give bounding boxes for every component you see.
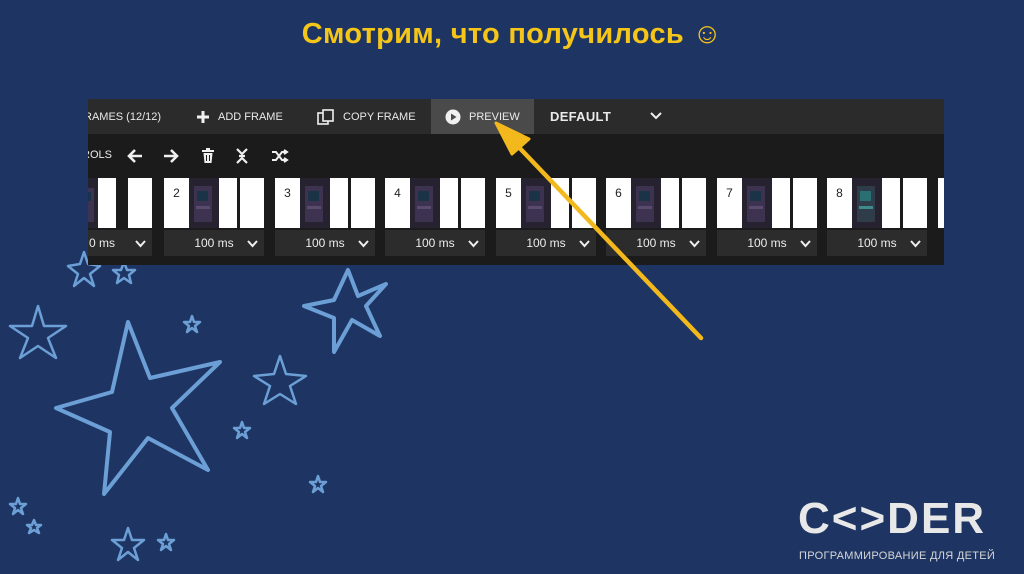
chevron-down-icon: [135, 237, 146, 251]
slide-title: Смотрим, что получилось ☺: [301, 18, 723, 50]
frame-duration-select[interactable]: 0 ms: [88, 230, 152, 256]
plus-icon: [196, 110, 210, 124]
play-circle-icon: [445, 109, 461, 125]
copy-frame-label: COPY FRAME: [343, 110, 416, 123]
copy-frame-button[interactable]: COPY FRAME: [317, 99, 416, 134]
chevron-down-icon: [650, 111, 662, 123]
chevron-down-icon: [800, 237, 811, 251]
trash-icon[interactable]: [198, 146, 218, 166]
arrow-left-icon[interactable]: [125, 146, 145, 166]
frame-duration-select[interactable]: 100 ms: [496, 230, 596, 256]
frame-number: 6: [606, 178, 631, 228]
star-tiny: [232, 420, 252, 440]
star-large: [54, 320, 222, 496]
star-small: [8, 304, 68, 360]
frames-toolbar: RAMES (12/12) ADD FRAME COPY FRAME PREVI…: [88, 99, 944, 134]
frames-count-label: RAMES (12/12): [88, 110, 162, 123]
star-tiny: [8, 496, 28, 516]
frame-thumbnail: [88, 178, 98, 228]
frame-card[interactable]: 0 ms: [88, 178, 152, 258]
animation-select-value: DEFAULT: [550, 109, 612, 124]
frame-duration-value: 100 ms: [305, 236, 345, 250]
decorative-stars: [8, 250, 388, 562]
chevron-down-icon: [910, 237, 921, 251]
frame-card[interactable]: 3 100 ms: [275, 178, 375, 258]
frame-thumbnail: [521, 178, 551, 228]
preview-label: PREVIEW: [469, 110, 520, 123]
frame-duration-select[interactable]: 100 ms: [164, 230, 264, 256]
frame-thumbnail: [852, 178, 882, 228]
collapse-icon[interactable]: [232, 146, 252, 166]
frame-duration-select[interactable]: 100 ms: [385, 230, 485, 256]
frame-card[interactable]: 2 100 ms: [164, 178, 264, 258]
add-frame-button[interactable]: ADD FRAME: [196, 99, 283, 134]
animation-select[interactable]: DEFAULT: [550, 99, 611, 134]
star-small: [110, 526, 146, 562]
frame-duration-value: 0 ms: [88, 236, 115, 250]
coder-logo: C<>DER: [798, 494, 987, 543]
frame-thumbnail: [300, 178, 330, 228]
arrow-right-icon[interactable]: [161, 146, 181, 166]
frames-count-tab[interactable]: RAMES (12/12): [88, 99, 161, 134]
chevron-down-icon: [579, 237, 590, 251]
frame-duration-value: 100 ms: [636, 236, 676, 250]
frame-duration-value: 100 ms: [747, 236, 787, 250]
frame-number: 7: [717, 178, 742, 228]
animation-select-chevron[interactable]: [650, 99, 662, 134]
frame-duration-select[interactable]: 100 ms: [717, 230, 817, 256]
star-small: [252, 354, 308, 406]
frame-duration-select[interactable]: 100 ms: [827, 230, 927, 256]
star-tiny: [182, 314, 202, 334]
frame-number: 3: [275, 178, 300, 228]
frames-strip: 0 ms 2 100 ms 3 100 ms 4 100 ms 5 100 ms…: [88, 178, 944, 258]
chevron-down-icon: [689, 237, 700, 251]
add-frame-label: ADD FRAME: [218, 110, 283, 123]
frame-duration-value: 100 ms: [194, 236, 234, 250]
frame-card-clipped[interactable]: [938, 178, 944, 258]
frame-card[interactable]: 8 100 ms: [827, 178, 927, 258]
star-tiny: [25, 518, 43, 535]
frame-duration-select[interactable]: 100 ms: [606, 230, 706, 256]
frame-number: 5: [496, 178, 521, 228]
frame-card[interactable]: 5 100 ms: [496, 178, 596, 258]
shuffle-icon[interactable]: [270, 146, 290, 166]
frame-number: 2: [164, 178, 189, 228]
frame-number: 4: [385, 178, 410, 228]
frame-controls-row: ROLS: [88, 140, 944, 170]
logo-tagline: ПРОГРАММИРОВАНИЕ ДЛЯ ДЕТЕЙ: [799, 550, 996, 562]
frame-card[interactable]: 4 100 ms: [385, 178, 485, 258]
star-tiny: [308, 474, 328, 494]
frame-thumbnail: [410, 178, 440, 228]
star-small: [111, 260, 137, 285]
frame-card[interactable]: 7 100 ms: [717, 178, 817, 258]
frame-duration-value: 100 ms: [526, 236, 566, 250]
controls-label: ROLS: [88, 149, 112, 161]
frame-thumbnail: [742, 178, 772, 228]
frame-number: 8: [827, 178, 852, 228]
frame-duration-value: 100 ms: [857, 236, 897, 250]
chevron-down-icon: [468, 237, 479, 251]
animation-editor-panel: RAMES (12/12) ADD FRAME COPY FRAME PREVI…: [88, 99, 944, 265]
frame-duration-select[interactable]: 100 ms: [275, 230, 375, 256]
frame-duration-value: 100 ms: [415, 236, 455, 250]
copy-icon: [317, 108, 335, 125]
frame-thumbnail: [189, 178, 219, 228]
preview-button[interactable]: PREVIEW: [431, 99, 534, 134]
frame-thumbnail: [631, 178, 661, 228]
star-medium: [302, 268, 388, 354]
frame-card[interactable]: 6 100 ms: [606, 178, 706, 258]
chevron-down-icon: [358, 237, 369, 251]
chevron-down-icon: [247, 237, 258, 251]
star-tiny: [156, 532, 176, 552]
